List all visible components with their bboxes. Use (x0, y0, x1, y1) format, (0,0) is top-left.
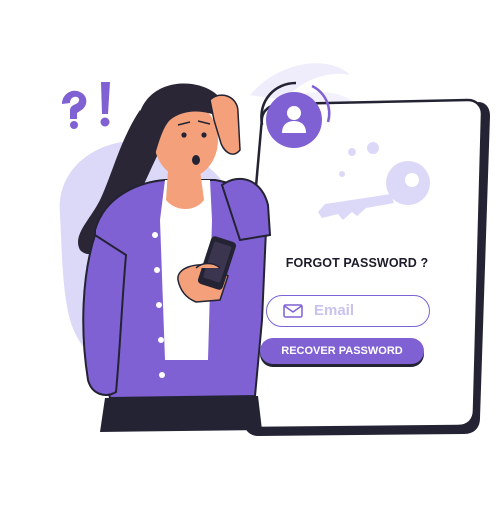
email-field[interactable]: Email (266, 295, 430, 327)
forgot-password-form: FORGOT PASSWORD ? Email RECOVER PASSWORD (0, 0, 500, 500)
form-heading: FORGOT PASSWORD ? (285, 256, 429, 270)
envelope-icon (283, 304, 303, 318)
email-placeholder: Email (314, 302, 355, 319)
recover-password-button[interactable]: RECOVER PASSWORD (260, 338, 424, 364)
